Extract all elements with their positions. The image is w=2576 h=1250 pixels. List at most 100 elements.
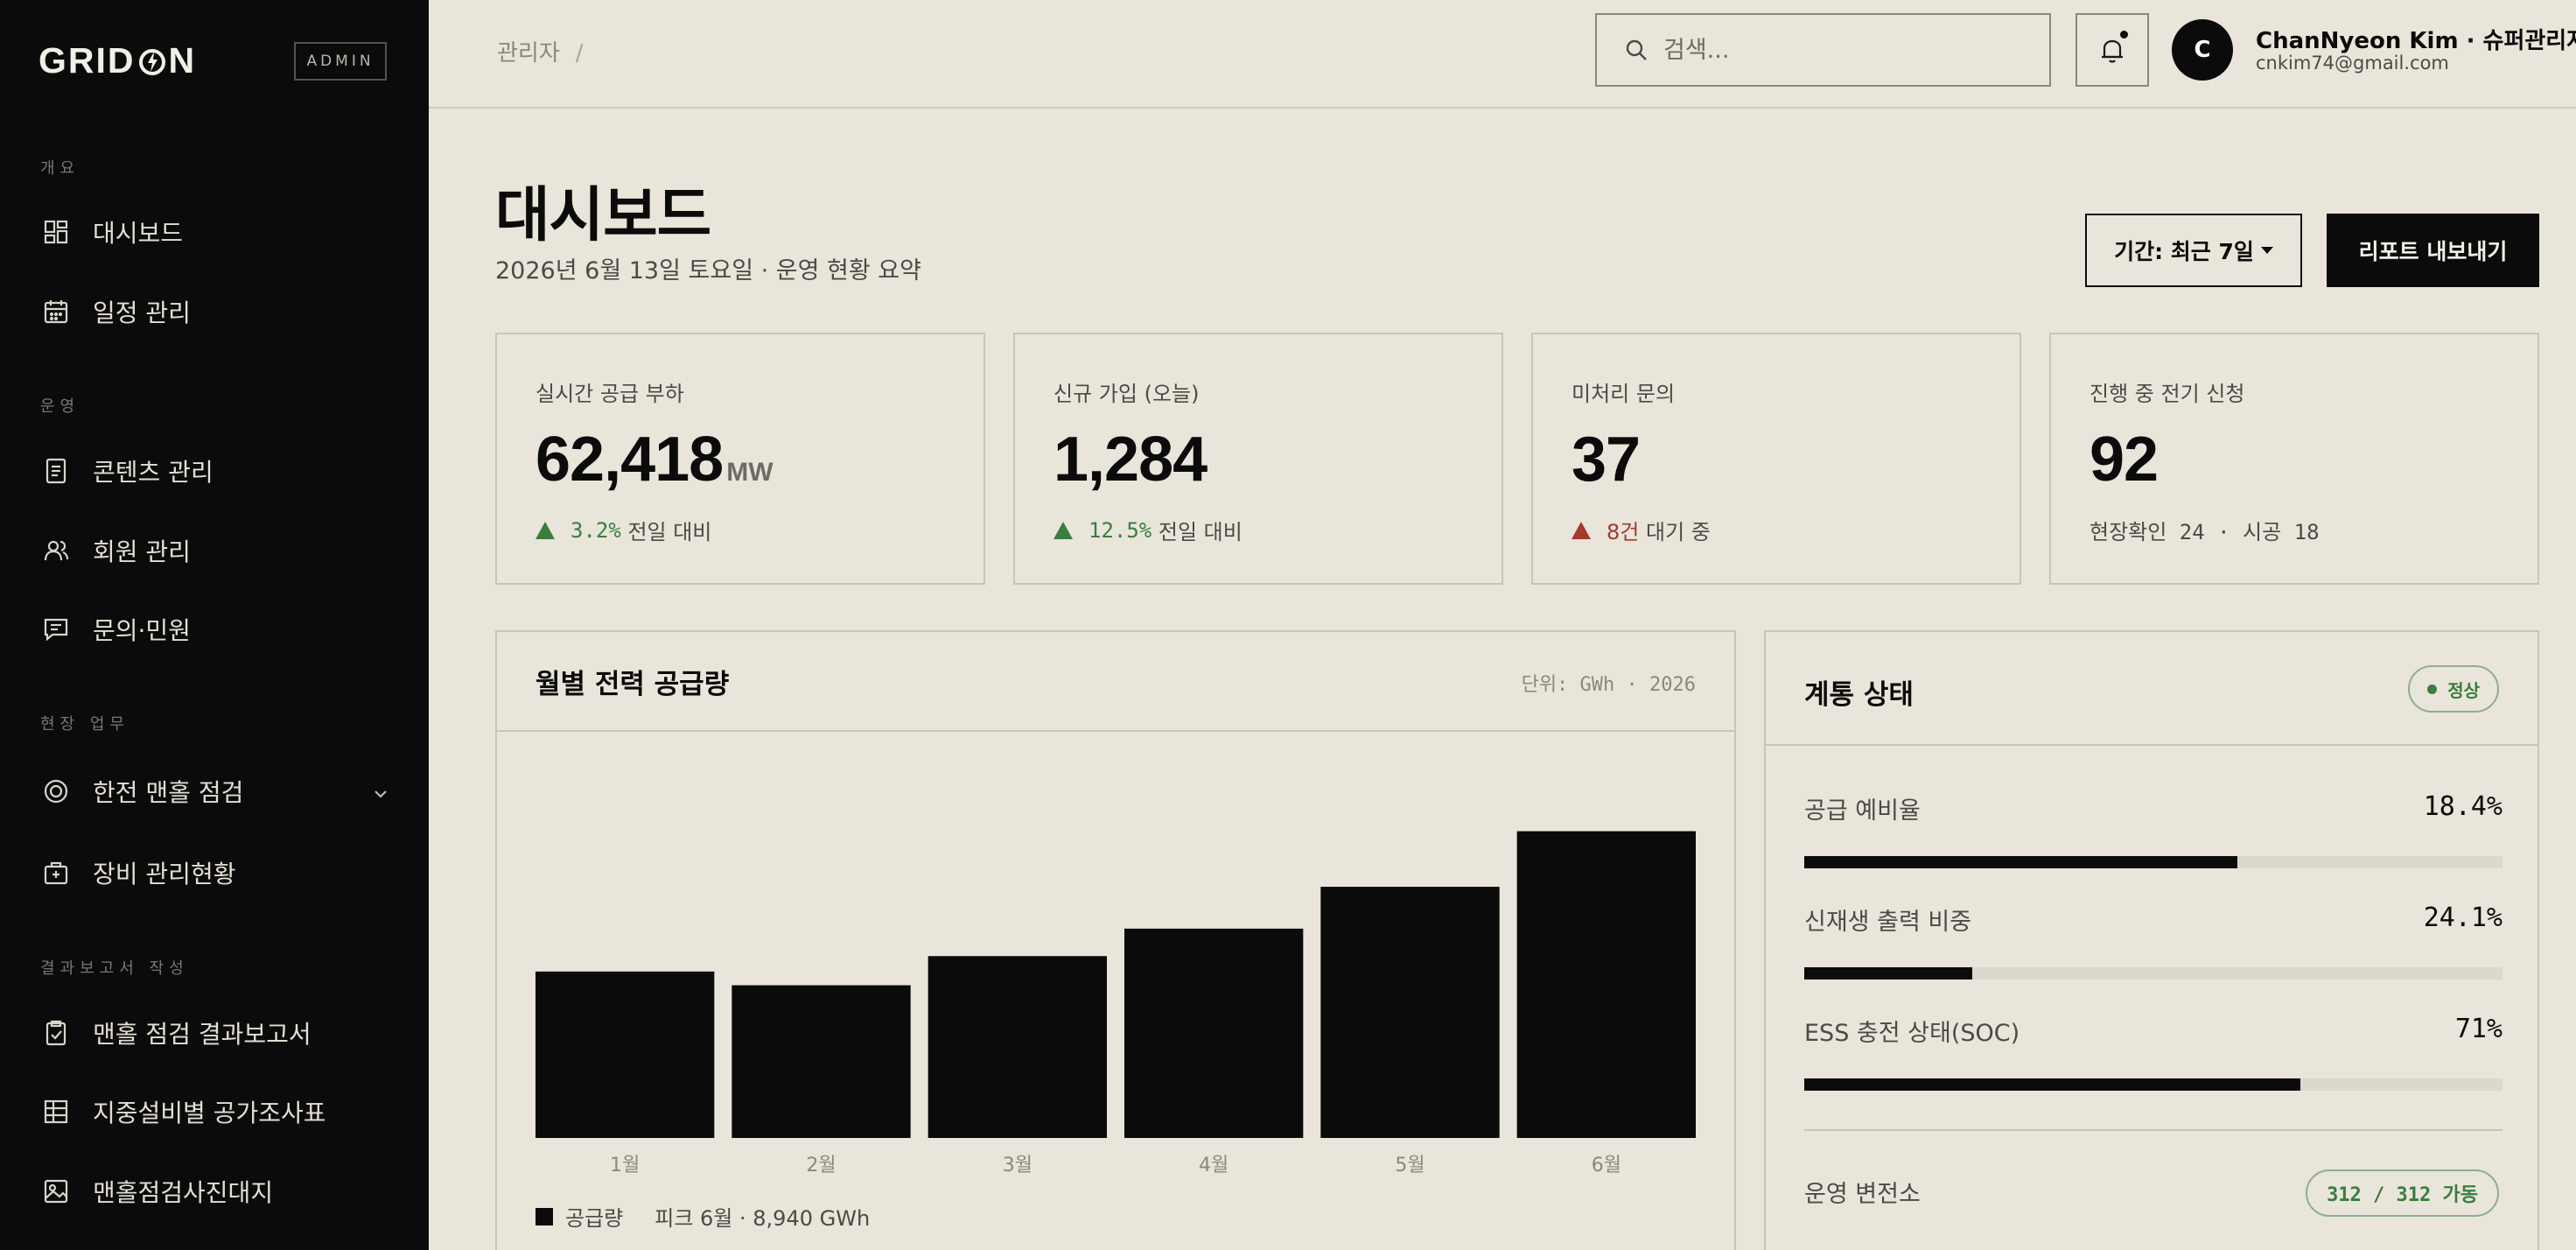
trend-up-icon <box>1054 521 1073 539</box>
breadcrumb: 관리자 / <box>497 35 584 67</box>
grid-status-panel: 계통 상태 정상 공급 예비율 18.4% 신재생 출력 비중 24.1% ES… <box>1764 630 2539 1250</box>
kpi-value: 1,284 <box>1054 424 1208 495</box>
chart-bar[interactable] <box>536 971 715 1138</box>
target-icon <box>40 776 72 807</box>
kpi-delta-value: 3.2% <box>570 517 621 543</box>
kpi-delta-text: 전일 대비 <box>1158 520 1242 544</box>
sidebar-item-schedule[interactable]: 일정 관리 <box>40 285 390 338</box>
kpi-number: 62,418 <box>536 425 724 495</box>
avatar[interactable]: C <box>2172 19 2233 81</box>
progress-track <box>1804 1078 2502 1091</box>
kpi-delta-text: 현장확인 24 · 시공 18 <box>2090 520 2320 544</box>
users-icon <box>40 535 72 566</box>
kpi-delta-text: 대기 중 <box>1646 520 1711 544</box>
chart-x-label: 3월 <box>1003 1155 1032 1176</box>
sidebar-item-inquiries[interactable]: 문의·민원 <box>40 603 390 656</box>
station-status-badge: 312 / 312 가동 <box>2306 1169 2499 1217</box>
metric-value: 71% <box>2454 1014 2502 1044</box>
metric-value: 18.4% <box>2423 791 2502 822</box>
breadcrumb-admin[interactable]: 관리자 <box>497 40 560 67</box>
admin-badge: ADMIN <box>294 42 387 81</box>
power-icon <box>137 46 167 76</box>
chevron-down-icon[interactable] <box>371 781 390 810</box>
grid-status-title: 계통 상태 <box>1804 679 1914 711</box>
station-label: 운영 변전소 <box>1804 1181 1921 1208</box>
logo-text-left: GRID <box>38 40 136 81</box>
page-title: 대시보드 <box>495 181 711 250</box>
metric-value: 24.1% <box>2423 902 2502 933</box>
chart-bar[interactable] <box>1124 928 1304 1138</box>
divider <box>1804 1129 2502 1131</box>
message-icon <box>40 614 72 645</box>
kpi-delta: 3.2% 전일 대비 <box>536 515 711 545</box>
toolbox-icon <box>40 857 72 888</box>
sidebar-item-inspection-report[interactable]: 맨홀 점검 결과보고서 <box>40 1007 390 1059</box>
sidebar-item-photo-sheet[interactable]: 맨홀점검사진대지 <box>40 1165 390 1218</box>
chart-unit: 단위: GWh · 2026 <box>1521 674 1696 696</box>
kpi-delta-value: 12.5% <box>1088 517 1152 543</box>
sidebar-item-label: 콘텐츠 관리 <box>93 458 214 487</box>
kpi-value: 92 <box>2090 424 2159 495</box>
kpi-label: 진행 중 전기 신청 <box>2090 382 2245 406</box>
trend-up-icon <box>536 521 555 539</box>
image-icon <box>40 1176 72 1207</box>
kpi-delta: 12.5% 전일 대비 <box>1054 515 1242 545</box>
bar-chart: 1월 2월 3월 4월 5월 6월 <box>536 831 1696 1176</box>
kpi-card-open-inquiries: 미처리 문의 37 8건 대기 중 <box>1531 333 2021 585</box>
status-dot <box>2427 684 2438 694</box>
export-report-button[interactable]: 리포트 내보내기 <box>2327 214 2539 287</box>
sidebar-item-label: 지중설비별 공가조사표 <box>93 1099 326 1127</box>
logo-text-right: N <box>168 40 197 81</box>
sidebar-item-label: 한전 맨홀 점검 <box>93 778 244 807</box>
notification-button[interactable] <box>2076 13 2149 87</box>
kpi-delta: 8건 대기 중 <box>1572 515 1711 545</box>
sidebar-item-manhole-inspection[interactable]: 한전 맨홀 점검 <box>40 765 390 818</box>
chart-bar[interactable] <box>1320 887 1500 1138</box>
sidebar-item-label: 대시보드 <box>93 219 184 248</box>
sidebar-item-members[interactable]: 회원 관리 <box>40 524 390 577</box>
chart-x-label: 4월 <box>1199 1155 1228 1176</box>
chart-title: 월별 전력 공급량 <box>536 669 730 700</box>
kpi-card-power-requests: 진행 중 전기 신청 92 현장확인 24 · 시공 18 <box>2049 333 2539 585</box>
kpi-unit: MW <box>726 458 774 487</box>
sidebar-item-label: 문의·민원 <box>93 616 191 645</box>
status-badge-label: 정상 <box>2447 679 2480 701</box>
sidebar-item-label: 맨홀점검사진대지 <box>93 1178 274 1207</box>
sidebar-item-label: 일정 관리 <box>93 298 191 327</box>
chart-bar[interactable] <box>732 985 911 1138</box>
status-badge: 정상 <box>2408 665 2499 713</box>
chart-x-label: 5월 <box>1395 1155 1424 1176</box>
search-input[interactable] <box>1663 36 2031 64</box>
search-icon <box>1626 39 1647 60</box>
kpi-number: 1,284 <box>1054 425 1208 495</box>
warning-triangle-icon <box>1572 521 1591 539</box>
section-label-field: 현장 업무 <box>40 715 130 734</box>
progress-track <box>1804 856 2502 868</box>
sidebar: GRID N ADMIN 개요 대시보드 일정 관리 운영 콘텐츠 관리 회원 … <box>0 0 429 1250</box>
sidebar-item-label: 맨홀 점검 결과보고서 <box>93 1020 312 1049</box>
section-label-operations: 운영 <box>40 397 80 416</box>
search-box[interactable] <box>1595 13 2051 87</box>
chart-bar[interactable] <box>1516 831 1696 1138</box>
legend-swatch <box>536 1207 553 1225</box>
sidebar-item-content[interactable]: 콘텐츠 관리 <box>40 445 390 497</box>
period-dropdown-button[interactable]: 기간: 최근 7일 <box>2085 214 2302 287</box>
page-subtitle: 2026년 6월 13일 토요일 · 운영 현황 요약 <box>495 257 921 284</box>
metric-label: 신재생 출력 비중 <box>1804 909 1972 936</box>
notification-dot <box>2118 29 2130 40</box>
kpi-number: 92 <box>2090 425 2159 495</box>
progress-fill <box>1804 967 1972 980</box>
kpi-label: 실시간 공급 부하 <box>536 382 684 406</box>
sidebar-item-dashboard[interactable]: 대시보드 <box>40 206 390 258</box>
section-label-reports: 결과보고서 작성 <box>40 959 189 978</box>
kpi-card-new-signups: 신규 가입 (오늘) 1,284 12.5% 전일 대비 <box>1013 333 1503 585</box>
kpi-delta-text: 전일 대비 <box>627 520 712 544</box>
brand-logo[interactable]: GRID N <box>38 40 196 81</box>
caret-down-icon <box>2260 247 2273 254</box>
chart-x-label: 6월 <box>1592 1155 1621 1176</box>
kpi-label: 신규 가입 (오늘) <box>1054 382 1200 406</box>
chart-bar[interactable] <box>928 956 1107 1138</box>
sidebar-item-equipment[interactable]: 장비 관리현황 <box>40 846 390 899</box>
period-label: 기간: 최근 7일 <box>2114 239 2254 264</box>
sidebar-item-survey-table[interactable]: 지중설비별 공가조사표 <box>40 1085 390 1138</box>
